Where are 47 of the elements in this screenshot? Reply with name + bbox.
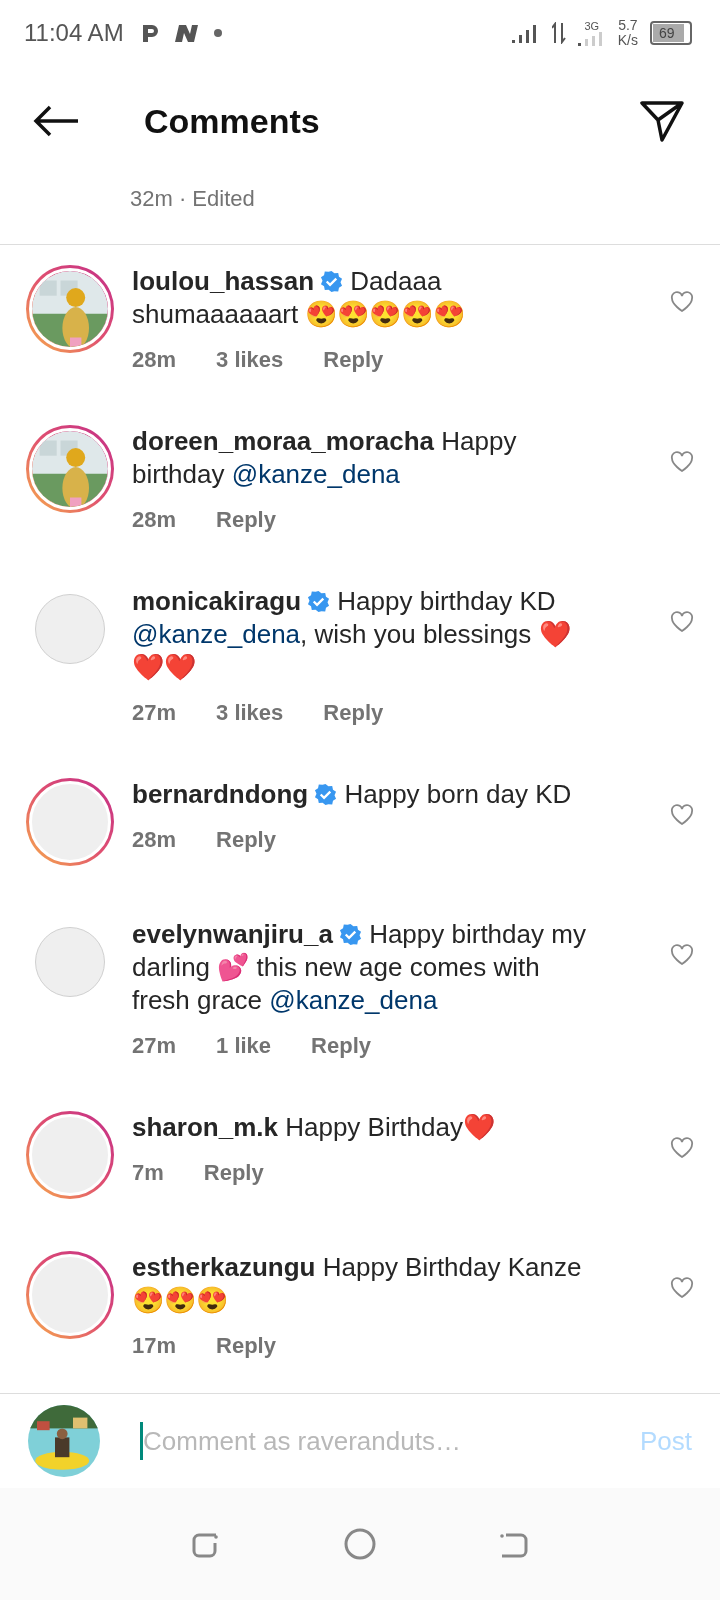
back-arrow-icon[interactable] — [32, 105, 80, 137]
reply-link[interactable]: Reply — [216, 1333, 276, 1359]
heart-icon[interactable] — [670, 1137, 694, 1159]
network-type: 3G — [584, 20, 600, 32]
comment-text: loulou_hassan Dadaaa shumaaaaaart 😍😍😍😍😍 — [132, 265, 467, 331]
status-time: 11:04 AM — [24, 19, 124, 47]
heart-icon[interactable] — [670, 944, 694, 966]
reply-link[interactable]: Reply — [323, 700, 384, 726]
likes-count[interactable]: 3 likes — [216, 347, 284, 373]
mention-link[interactable]: @kanze_dena — [132, 619, 301, 649]
reply-link[interactable]: Reply — [311, 1033, 371, 1059]
dot-icon — [213, 29, 222, 37]
comment-time: 27m — [132, 1033, 177, 1059]
reply-link[interactable]: Reply — [216, 827, 276, 853]
paper-plane-icon[interactable] — [640, 100, 684, 142]
comment-text: sharon_m.k Happy Birthday❤ — [132, 1111, 496, 1144]
heart-icon[interactable] — [670, 804, 694, 826]
comment-input[interactable]: Comment as raveranduts… — [143, 1425, 640, 1457]
comment-time: 28m — [132, 347, 177, 373]
comment-text: estherkazungu Happy Birthday Kanze 😍😍😍 — [132, 1251, 583, 1317]
page-title: Comments — [144, 101, 320, 141]
mention-link[interactable]: @kanze_dena — [269, 985, 438, 1015]
likes-count[interactable]: 1 like — [216, 1033, 272, 1059]
heart-icon[interactable] — [670, 291, 694, 313]
home-icon[interactable] — [343, 1527, 377, 1561]
speed-value: 5.7 — [618, 18, 638, 33]
comment-time: 27m — [132, 700, 177, 726]
comment-text: doreen_moraa_moracha Happy birthday @kanze_dena — [132, 425, 518, 491]
comment-time: 7m — [132, 1160, 164, 1186]
caption-meta: 32m · Edited — [0, 176, 720, 245]
comment-time: 28m — [132, 507, 177, 533]
reply-link[interactable]: Reply — [203, 1160, 264, 1186]
comment-text: evelynwanjiru_a Happy birthday my darling 💕 this new age comes with fresh grace @kanze_dena — [132, 918, 587, 1017]
heart-icon[interactable] — [670, 1277, 694, 1299]
comment-text: bernardndong Happy born day KD — [132, 778, 573, 811]
heart-icon[interactable] — [670, 451, 694, 473]
data-arrows-icon — [551, 22, 566, 44]
comment-text: monicakiragu Happy birthday KD @kanze_dena, wish you blessings ❤❤❤ — [132, 585, 572, 684]
reply-link[interactable]: Reply — [323, 347, 384, 373]
battery-icon: 69 — [650, 21, 692, 45]
likes-count[interactable]: 3 likes — [216, 700, 284, 726]
reply-link[interactable]: Reply — [216, 507, 276, 533]
comment-time: 28m — [132, 827, 177, 853]
heart-icon[interactable] — [670, 611, 694, 633]
speed-unit: K/s — [617, 33, 638, 48]
mention-link[interactable]: @kanze_dena — [231, 459, 400, 489]
comment-time: 17m — [132, 1333, 177, 1359]
